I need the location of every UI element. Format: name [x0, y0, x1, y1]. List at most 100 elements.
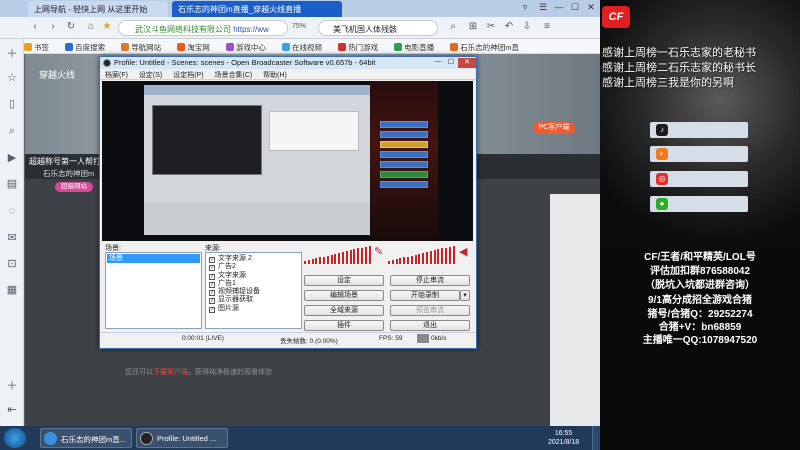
client-button[interactable]: PC客户端 — [533, 122, 575, 134]
sources-list[interactable]: ✓ 文字来源 2 ✓ 广告2 ✓ 文字来源 ✓ 广告1 ✓ 视频捕捉设备 ✓ 显示器获取 ✓… — [205, 252, 302, 329]
bookmark-item[interactable]: 淘宝网 — [177, 42, 210, 53]
bookmark-item[interactable]: 百度搜索 — [65, 42, 105, 53]
checkbox-checked-icon[interactable]: ✓ — [209, 281, 215, 288]
menu-help[interactable]: 帮助(H) — [263, 70, 287, 80]
maximize-icon[interactable]: ☐ — [445, 58, 457, 68]
home-icon[interactable]: ⌂ — [84, 21, 98, 35]
chat-icon[interactable]: ◌ — [5, 205, 19, 219]
add-icon[interactable]: ＋ — [5, 377, 19, 392]
download-client-link[interactable]: 下载客户端 — [153, 369, 188, 376]
scene-item[interactable]: 场景 — [107, 254, 200, 263]
checkbox-checked-icon[interactable]: ✓ — [209, 273, 215, 280]
tab-list-icon[interactable]: ▿ — [518, 2, 532, 14]
chevron-down-icon[interactable]: ▾ — [460, 290, 470, 301]
menu-scene-collection[interactable]: 场景合集(C) — [215, 70, 253, 80]
game-button — [380, 121, 428, 128]
back-icon[interactable]: ‹ — [28, 21, 42, 35]
book-icon[interactable]: ▯ — [5, 97, 19, 111]
close-icon[interactable]: ✕ — [584, 2, 598, 14]
menu-icon[interactable]: ≡ — [540, 21, 554, 35]
checkbox-checked-icon[interactable]: ✓ — [209, 290, 215, 297]
bookmark-item[interactable]: 石乐志的神团m直 — [450, 42, 519, 53]
stop-stream-button[interactable]: 停止串流 — [390, 275, 470, 286]
tab-navigation[interactable]: 上网导航 - 轻快上网 从这里开始 — [28, 1, 168, 17]
kuaishou-icon: ◐ — [656, 148, 668, 160]
scenes-list[interactable]: 场景 — [105, 252, 202, 329]
system-clock[interactable]: 16:55 2021/8/18 — [548, 429, 579, 447]
taobao-icon — [177, 43, 186, 51]
meter-bar — [410, 255, 413, 264]
tab-live-stream[interactable]: 石乐志的神团m直播_穿越火线直播 — [172, 1, 342, 17]
undo-icon[interactable]: ↶ — [502, 21, 516, 35]
video-icon[interactable]: ▶ — [5, 151, 19, 165]
minimize-icon[interactable]: — — [552, 2, 566, 14]
preview-stream-button[interactable]: 预览串流 — [390, 305, 470, 316]
checkbox-checked-icon[interactable]: ✓ — [209, 265, 215, 272]
add-icon[interactable]: ＋ — [5, 45, 19, 60]
extension-icon[interactable]: ⊞ — [466, 21, 480, 35]
start-button[interactable] — [4, 428, 26, 448]
speaker-icon[interactable]: ◀ — [459, 245, 469, 259]
checkbox-checked-icon[interactable]: ✓ — [209, 257, 215, 263]
tag-pill[interactable]: 超级网站 — [55, 182, 93, 192]
microphone-icon[interactable]: ✎ — [374, 245, 384, 259]
taskbar-item-obs[interactable]: Profile: Untitled ... — [136, 428, 228, 448]
menu-profiles[interactable]: 设定档(P) — [173, 70, 203, 80]
minimize-icon[interactable]: — — [432, 58, 444, 68]
show-desktop-button[interactable] — [592, 426, 600, 450]
bookmark-item[interactable]: 导航网站 — [121, 42, 161, 53]
collapse-icon[interactable]: ⇤ — [5, 403, 19, 417]
checkbox-checked-icon[interactable]: ✓ — [209, 298, 215, 305]
thanks-line: 感谢上周榜二石乐志家的秘书长 — [602, 61, 756, 74]
category-tag[interactable]: 穿越火线 — [39, 68, 75, 81]
nested-desktop-preview — [144, 85, 384, 235]
source-item[interactable]: ✓ 广告1 — [209, 280, 301, 288]
cart-icon[interactable]: ⊡ — [5, 257, 19, 271]
favorite-star-icon[interactable]: ★ — [100, 21, 114, 35]
zoom-level[interactable]: 75% — [292, 23, 306, 30]
meter-bar — [422, 252, 425, 264]
settings-button[interactable]: 设定 — [304, 275, 384, 286]
mail-icon[interactable]: ✉ — [5, 231, 19, 245]
source-item[interactable]: ✓ 显示器获取 — [209, 296, 301, 305]
bookmark-item[interactable]: 电影直播 — [394, 42, 434, 53]
menu-file[interactable]: 档案(F) — [105, 70, 128, 80]
star-icon[interactable]: ☆ — [5, 71, 19, 85]
taskbar-item-browser[interactable]: 石乐志的神团m直... — [40, 428, 132, 448]
search-input[interactable]: 美飞机国人体残骸 — [318, 20, 438, 36]
apps-icon[interactable]: ▦ — [5, 283, 19, 297]
menu-settings[interactable]: 设定(S) — [139, 70, 162, 80]
plugins-button[interactable]: 插件 — [304, 320, 384, 331]
bookmark-item[interactable]: 书签 — [24, 42, 49, 53]
start-recording-button[interactable]: 开始录制 — [390, 290, 460, 301]
bookmark-item[interactable]: 游戏中心 — [225, 42, 266, 53]
notes-icon[interactable]: ▤ — [5, 177, 19, 191]
info-line: 9/1高分成招全游戏合猪 — [648, 295, 752, 306]
forward-icon[interactable]: › — [46, 21, 60, 35]
game-button — [380, 171, 428, 178]
clock-date: 2021/8/18 — [548, 439, 580, 446]
maximize-icon[interactable]: ☐ — [568, 2, 582, 14]
cut-icon[interactable]: ✂ — [484, 21, 498, 35]
source-item[interactable]: ✓ 文字来源 — [209, 272, 301, 280]
checkbox-checked-icon[interactable]: ✓ — [209, 306, 215, 313]
meter-bar — [388, 261, 390, 264]
video-icon — [281, 43, 290, 51]
global-sources-button[interactable]: 全域来源 — [304, 305, 384, 316]
url-input[interactable]: 武汉斗鱼网络科技有限公司 https://ww — [118, 20, 288, 36]
edit-scene-button[interactable]: 编辑场景 — [304, 290, 384, 301]
close-icon[interactable]: ✕ — [458, 58, 476, 68]
bookmark-item[interactable]: 热门游戏 — [338, 42, 378, 53]
source-item[interactable]: ✓ 广告2 — [209, 263, 301, 272]
search-icon[interactable]: ⌕ — [446, 21, 460, 35]
download-icon[interactable]: ⇩ — [520, 21, 534, 35]
obs-title-bar[interactable]: Profile: Untitled - Scenes: scenes - Ope… — [100, 57, 476, 69]
anchor-name[interactable]: 石乐志的神团m — [43, 168, 94, 179]
menu-icon[interactable]: ☰ — [536, 2, 550, 14]
refresh-icon[interactable]: ↻ — [64, 21, 78, 35]
bookmark-item[interactable]: 在线视频 — [281, 42, 322, 53]
obs-app-icon — [103, 59, 111, 67]
exit-button[interactable]: 退出 — [390, 320, 470, 331]
source-item[interactable]: ✓ 图片源 — [209, 305, 301, 313]
search-icon[interactable]: ⌕ — [5, 125, 19, 139]
